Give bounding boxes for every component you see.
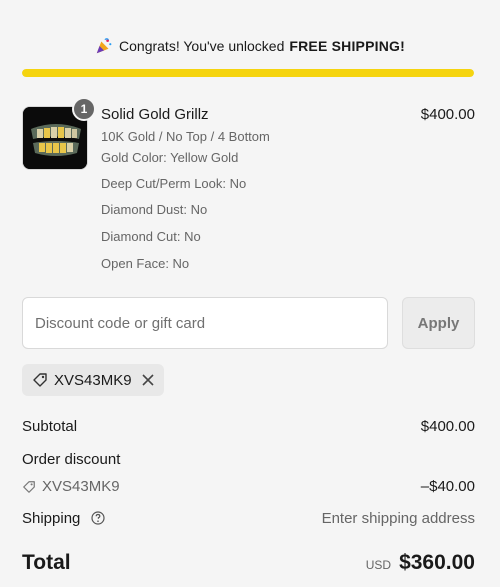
order-discount-code: XVS43MK9 xyxy=(22,478,120,495)
order-discount-label: Order discount xyxy=(22,451,121,468)
applied-discount-chip: XVS43MK9 xyxy=(22,364,164,396)
product-title: Solid Gold Grillz xyxy=(101,106,209,123)
product-option: Deep Cut/Perm Look: No xyxy=(101,176,247,191)
help-icon[interactable] xyxy=(90,511,105,525)
banner-text: Congrats! You've unlocked xyxy=(119,38,285,54)
shipping-value: Enter shipping address xyxy=(321,510,475,527)
progress-fill xyxy=(22,69,474,77)
free-shipping-progress-bar xyxy=(22,69,474,77)
shipping-label: Shipping xyxy=(22,510,81,527)
product-price: $400.00 xyxy=(420,106,475,123)
quantity-badge: 1 xyxy=(72,97,96,121)
apply-discount-button[interactable]: Apply xyxy=(402,297,475,349)
subtotal-label: Subtotal xyxy=(22,418,78,435)
free-shipping-banner: Congrats! You've unlocked FREE SHIPPING! xyxy=(0,36,500,56)
total-value: $360.00 xyxy=(399,551,475,574)
remove-discount-icon[interactable] xyxy=(141,374,154,386)
product-option: Open Face: No xyxy=(101,256,190,271)
applied-discount-code: XVS43MK9 xyxy=(54,371,132,389)
tag-icon xyxy=(33,373,47,387)
product-option: Diamond Cut: No xyxy=(101,229,201,244)
total-label: Total xyxy=(22,551,71,574)
total-amount: USD $360.00 xyxy=(366,551,475,575)
discount-code-input[interactable] xyxy=(22,297,388,349)
product-option: 10K Gold / No Top / 4 Bottom xyxy=(101,129,270,144)
party-popper-icon xyxy=(96,38,112,54)
banner-highlight: FREE SHIPPING! xyxy=(289,38,405,54)
tag-icon xyxy=(23,480,35,493)
product-option: Diamond Dust: No xyxy=(101,202,208,217)
order-discount-value: –$40.00 xyxy=(420,478,475,495)
shipping-label-row: Shipping xyxy=(22,510,105,527)
subtotal-value: $400.00 xyxy=(420,418,475,435)
total-currency: USD xyxy=(365,558,392,572)
product-option: Gold Color: Yellow Gold xyxy=(101,150,239,165)
order-discount-code-text: XVS43MK9 xyxy=(42,478,120,495)
